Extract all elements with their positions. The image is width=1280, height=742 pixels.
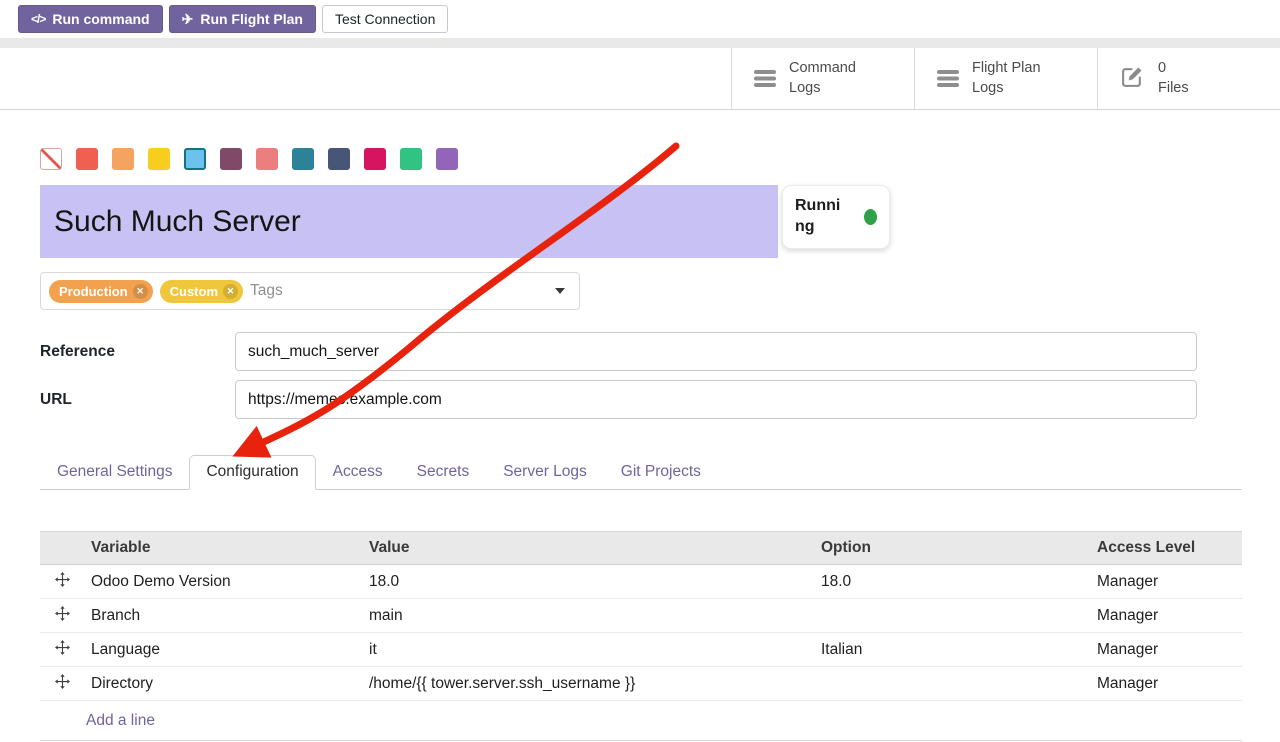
table-row: LanguageitItalianManager [40, 633, 1242, 667]
config-table-body: Odoo Demo Version18.018.0ManagerBranchma… [40, 565, 1242, 701]
color-swatch-7[interactable] [292, 148, 314, 170]
tab-access[interactable]: Access [316, 455, 400, 490]
column-header-access-level: Access Level [1090, 532, 1242, 565]
plane-icon: ✈ [182, 11, 194, 28]
cell-access-level[interactable]: Manager [1090, 599, 1242, 633]
tab-git-projects[interactable]: Git Projects [604, 455, 718, 490]
reference-input[interactable] [235, 332, 1197, 371]
cell-access-level[interactable]: Manager [1090, 565, 1242, 599]
color-swatch-1[interactable] [76, 148, 98, 170]
configuration-table: Variable Value Option Access Level Odoo … [40, 531, 1242, 741]
code-icon: </> [31, 12, 45, 26]
tab-server-logs[interactable]: Server Logs [486, 455, 604, 490]
notebook-tabs: General SettingsConfigurationAccessSecre… [40, 455, 1242, 490]
flight-plan-logs-label: Flight Plan Logs [972, 59, 1041, 97]
drag-move-icon [55, 606, 70, 621]
color-swatch-4[interactable] [184, 148, 206, 170]
color-swatch-8[interactable] [328, 148, 350, 170]
tag-remove-icon[interactable]: ✕ [223, 284, 238, 299]
cell-option[interactable] [814, 599, 1090, 633]
color-swatch-9[interactable] [364, 148, 386, 170]
table-row: Odoo Demo Version18.018.0Manager [40, 565, 1242, 599]
tag-label: Custom [170, 284, 218, 299]
column-header-option: Option [814, 532, 1090, 565]
cell-value[interactable]: main [362, 599, 814, 633]
drag-handle[interactable] [40, 599, 84, 633]
tag-remove-icon[interactable]: ✕ [133, 284, 148, 299]
test-connection-button[interactable]: Test Connection [322, 5, 448, 33]
drag-handle[interactable] [40, 565, 84, 599]
cell-option[interactable] [814, 667, 1090, 701]
reference-label: Reference [40, 343, 235, 361]
color-swatch-0[interactable] [40, 148, 62, 170]
tags-list: Production ✕ Custom ✕ [49, 280, 243, 303]
list-icon [754, 70, 776, 87]
run-flight-plan-label: Run Flight Plan [200, 11, 303, 27]
add-a-line-link[interactable]: Add a line [47, 712, 155, 730]
tag-custom[interactable]: Custom ✕ [160, 280, 243, 303]
cell-access-level[interactable]: Manager [1090, 633, 1242, 667]
chevron-down-icon[interactable] [555, 288, 565, 294]
status-label: Running [795, 196, 847, 238]
color-swatches [40, 148, 1242, 170]
run-command-label: Run command [52, 11, 149, 27]
tab-secrets[interactable]: Secrets [400, 455, 487, 490]
tag-label: Production [59, 284, 128, 299]
files-button[interactable]: 0 Files [1097, 48, 1280, 109]
flight-plan-logs-button[interactable]: Flight Plan Logs [914, 48, 1097, 109]
run-flight-plan-button[interactable]: ✈ Run Flight Plan [169, 5, 316, 33]
cell-variable[interactable]: Directory [84, 667, 362, 701]
divider-strip [0, 38, 1280, 48]
tags-placeholder: Tags [250, 282, 283, 300]
server-name-field[interactable]: Such Much Server [40, 185, 778, 258]
cell-variable[interactable]: Branch [84, 599, 362, 633]
table-row: Directory/home/{{ tower.server.ssh_usern… [40, 667, 1242, 701]
column-header-variable: Variable [84, 532, 362, 565]
color-swatch-6[interactable] [256, 148, 278, 170]
handle-column-header [40, 532, 84, 565]
add-line-row: Add a line [40, 701, 1242, 741]
tags-field[interactable]: Production ✕ Custom ✕ Tags [40, 272, 580, 310]
cell-value[interactable]: /home/{{ tower.server.ssh_username }} [362, 667, 814, 701]
color-swatch-10[interactable] [400, 148, 422, 170]
drag-move-icon [55, 640, 70, 655]
cell-variable[interactable]: Language [84, 633, 362, 667]
column-header-value: Value [362, 532, 814, 565]
cell-option[interactable]: Italian [814, 633, 1090, 667]
command-logs-label: Command Logs [789, 59, 856, 97]
color-swatch-11[interactable] [436, 148, 458, 170]
run-command-button[interactable]: </> Run command [18, 5, 163, 33]
reference-row: Reference [40, 332, 1242, 371]
cell-option[interactable]: 18.0 [814, 565, 1090, 599]
table-header-row: Variable Value Option Access Level [40, 532, 1242, 565]
color-swatch-2[interactable] [112, 148, 134, 170]
cell-access-level[interactable]: Manager [1090, 667, 1242, 701]
url-input[interactable] [235, 380, 1197, 419]
table-row: Branchmain Manager [40, 599, 1242, 633]
cell-value[interactable]: 18.0 [362, 565, 814, 599]
drag-move-icon [55, 572, 70, 587]
form-sheet: Such Much Server Running Production✕Cust… [0, 148, 1280, 741]
tab-configuration[interactable]: Configuration [189, 455, 315, 490]
files-label: 0 Files [1158, 59, 1189, 97]
edit-icon [1120, 64, 1145, 94]
title-row: Such Much Server Running [40, 185, 1242, 258]
drag-handle[interactable] [40, 633, 84, 667]
command-logs-button[interactable]: Command Logs [731, 48, 914, 109]
status-card: Running [782, 185, 890, 249]
drag-handle[interactable] [40, 667, 84, 701]
tab-general-settings[interactable]: General Settings [40, 455, 189, 490]
url-label: URL [40, 391, 235, 409]
tag-production[interactable]: Production ✕ [49, 280, 153, 303]
color-swatch-3[interactable] [148, 148, 170, 170]
status-dot-icon [864, 209, 877, 225]
cell-variable[interactable]: Odoo Demo Version [84, 565, 362, 599]
top-toolbar: </> Run command ✈ Run Flight Plan Test C… [0, 0, 1280, 38]
url-row: URL [40, 380, 1242, 419]
header-bar: Command Logs Flight Plan Logs 0 Files [0, 48, 1280, 110]
drag-move-icon [55, 674, 70, 689]
color-swatch-5[interactable] [220, 148, 242, 170]
list-icon [937, 70, 959, 87]
cell-value[interactable]: it [362, 633, 814, 667]
